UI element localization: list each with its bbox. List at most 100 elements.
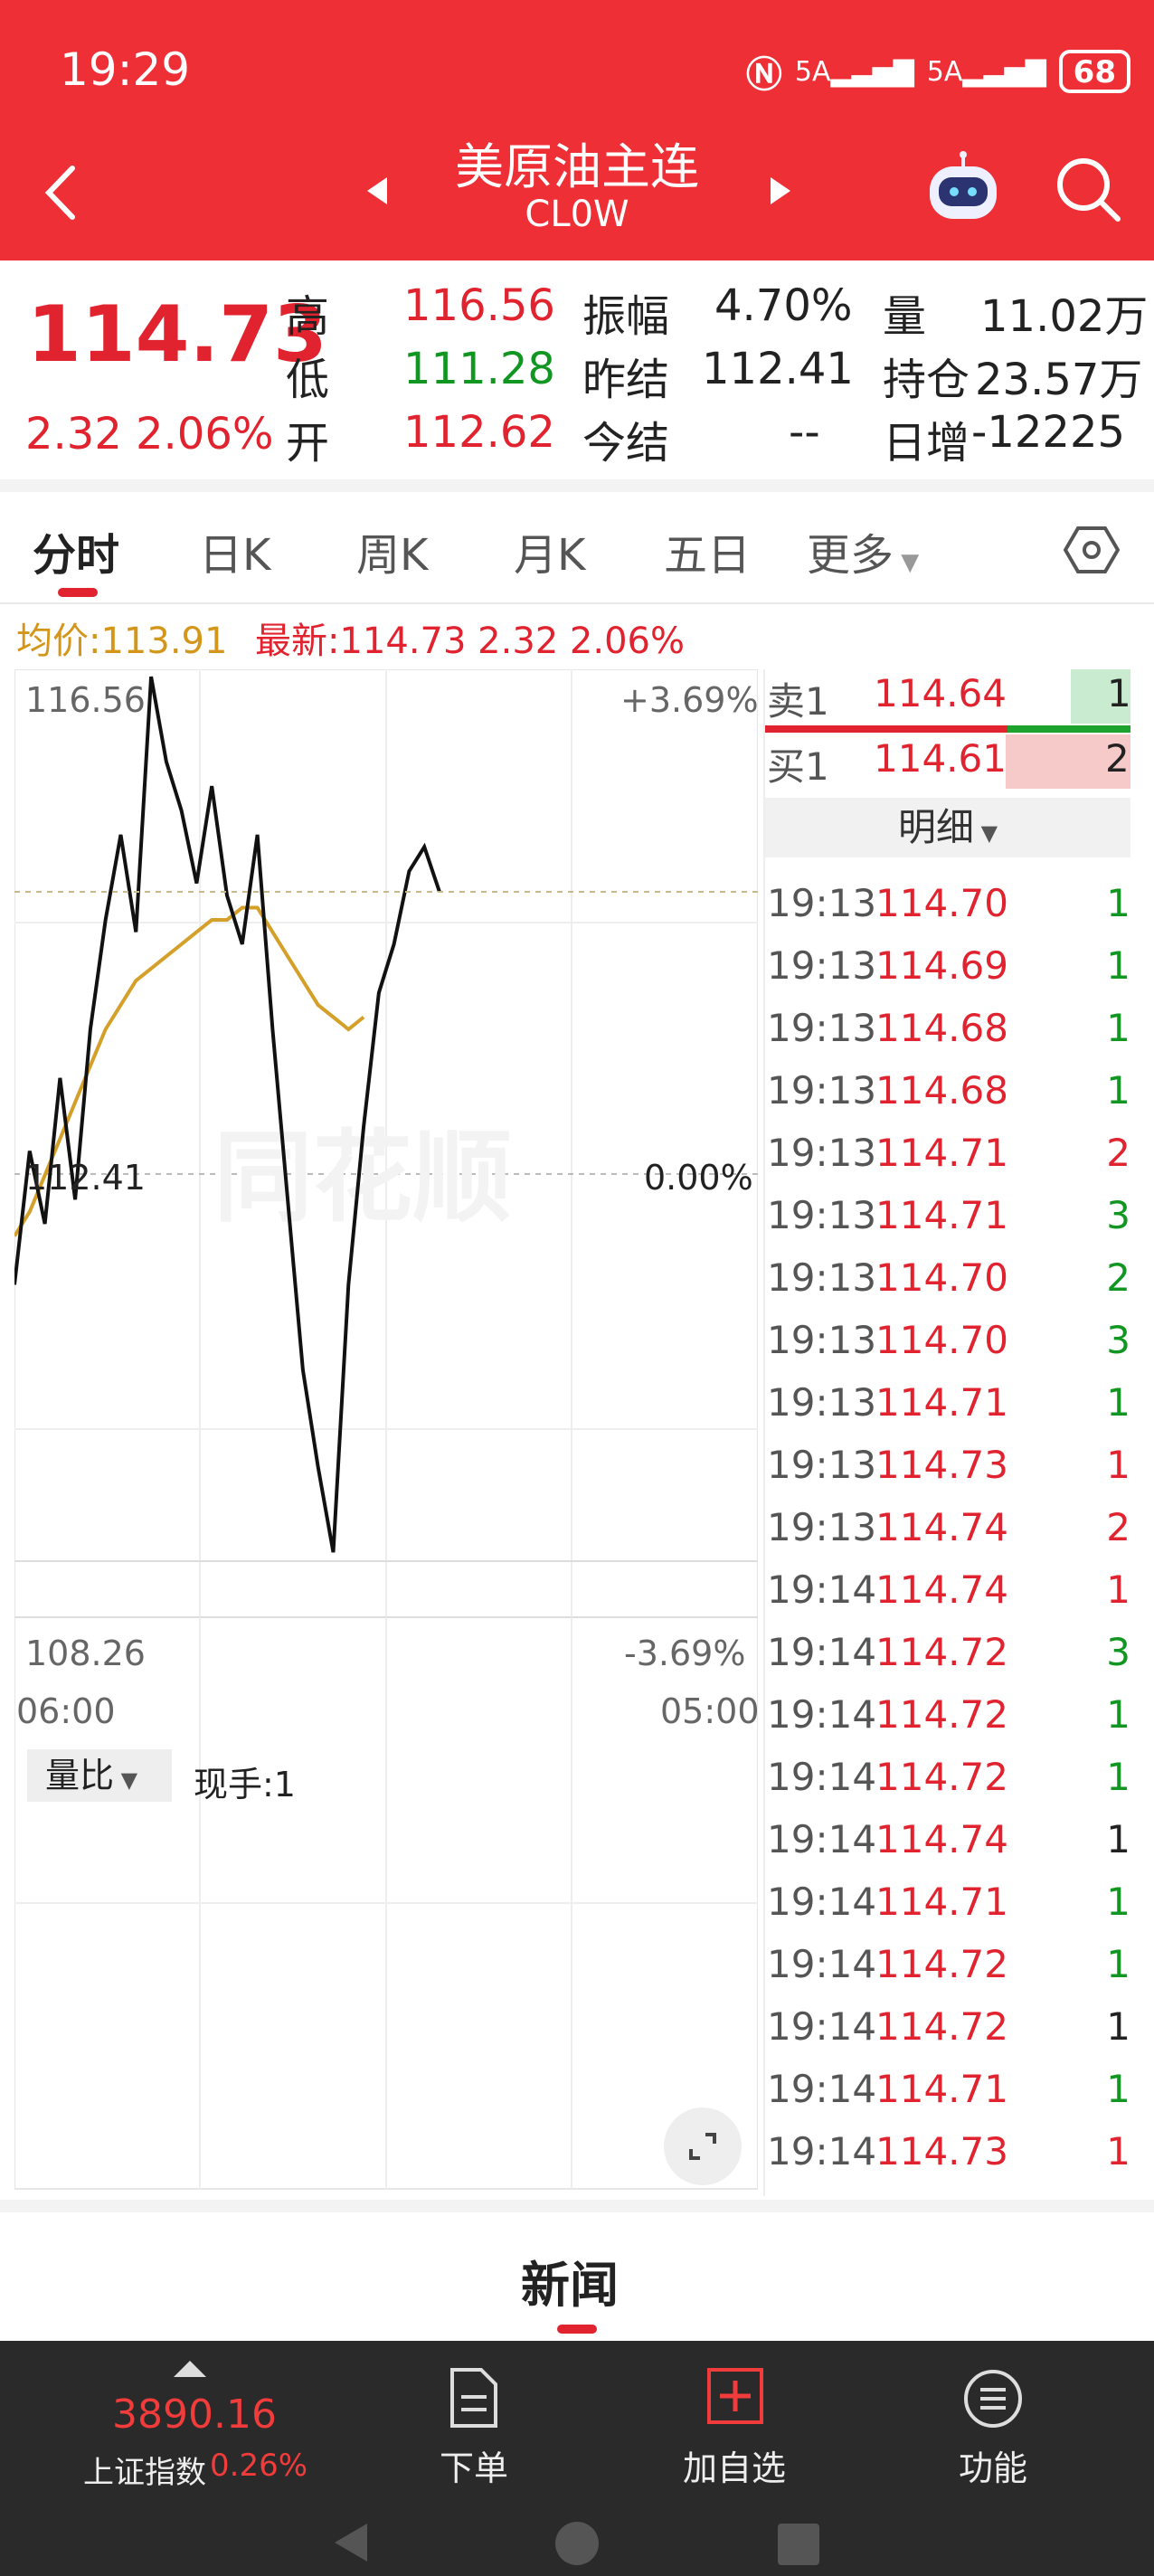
amplitude-value: 4.70% — [714, 280, 853, 331]
app-header: 19:29 Ⓝ 5A▂▃▅▇ 5A▂▃▅▇ 68 美原油主连 CL0W — [0, 0, 1154, 260]
trade-volume: 1 — [1106, 1006, 1130, 1050]
latest-price-legend: 最新:114.73 2.32 2.06% — [255, 620, 685, 662]
trade-price: 114.73 — [875, 1443, 1008, 1487]
tab-daily-k[interactable]: 日K — [199, 519, 270, 582]
status-bar-icons: Ⓝ 5A▂▃▅▇ 5A▂▃▅▇ 68 — [746, 45, 1130, 98]
trade-time: 19:14 — [767, 1567, 877, 1612]
trade-row: 19:14 114.72 1 — [767, 1942, 1130, 2004]
trade-row: 19:13 114.69 1 — [767, 943, 1130, 1006]
prev-settle-label: 昨结 — [582, 355, 670, 405]
tab-weekly-k[interactable]: 周K — [356, 519, 428, 582]
order-button-label[interactable]: 下单 — [402, 2440, 546, 2490]
sell-label: 卖1 — [767, 679, 829, 724]
y-axis-mid: 112.41 — [25, 1158, 146, 1198]
nfc-icon: Ⓝ — [745, 54, 782, 96]
system-recents-icon[interactable] — [776, 2522, 821, 2567]
trade-price: 114.68 — [875, 1006, 1008, 1050]
trade-volume: 1 — [1106, 1380, 1130, 1425]
trade-row: 19:13 114.71 3 — [767, 1193, 1130, 1255]
news-tab-indicator — [557, 2325, 597, 2334]
trade-time: 19:13 — [767, 1380, 877, 1425]
tab-more[interactable]: 更多 ▼ — [807, 519, 919, 582]
trade-volume: 1 — [1106, 2004, 1130, 2049]
trade-row: 19:13 114.70 3 — [767, 1318, 1130, 1380]
trade-volume: 1 — [1106, 1443, 1130, 1487]
detail-dropdown[interactable]: 明细 ▼ — [765, 798, 1130, 857]
trade-price: 114.73 — [875, 2129, 1008, 2174]
trade-price: 114.72 — [875, 1630, 1008, 1674]
volume-indicator-select[interactable]: 量比 ▼ — [27, 1749, 172, 1802]
open-label: 开 — [286, 418, 330, 469]
search-icon[interactable] — [1055, 156, 1123, 224]
trade-volume: 1 — [1106, 1068, 1130, 1113]
trade-volume: 1 — [1106, 2067, 1130, 2111]
trade-volume: 1 — [1106, 1567, 1130, 1612]
tab-news[interactable]: 新闻 — [521, 2245, 619, 2316]
trade-price: 114.71 — [875, 1380, 1008, 1425]
expand-up-icon[interactable] — [172, 2359, 208, 2381]
trade-time: 19:14 — [767, 1880, 877, 1924]
index-value[interactable]: 3890.16 — [112, 2391, 277, 2438]
fullscreen-button[interactable] — [664, 2107, 742, 2185]
trade-time: 19:14 — [767, 2004, 877, 2049]
next-contract-icon[interactable] — [769, 175, 792, 206]
tab-monthly-k[interactable]: 月K — [514, 519, 585, 582]
trade-price: 114.68 — [875, 1068, 1008, 1113]
buy-strength-bar — [1007, 725, 1130, 733]
order-icon[interactable] — [447, 2366, 501, 2429]
settle-value: -- — [789, 407, 820, 458]
tab-intraday[interactable]: 分时 — [33, 519, 119, 582]
trade-price: 114.74 — [875, 1567, 1008, 1612]
low-label: 低 — [286, 355, 330, 405]
high-label: 高 — [286, 291, 330, 342]
trade-row: 19:14 114.72 1 — [767, 2004, 1130, 2067]
y-axis-top-pct: +3.69% — [620, 680, 759, 720]
low-value: 111.28 — [403, 344, 555, 394]
trade-price: 114.72 — [875, 1942, 1008, 1986]
trade-time: 19:14 — [767, 1942, 877, 1986]
sell-strength-bar — [765, 725, 1007, 733]
open-value: 112.62 — [403, 407, 555, 458]
add-watchlist-icon[interactable] — [705, 2366, 765, 2426]
trade-time: 19:13 — [767, 881, 877, 925]
functions-label[interactable]: 功能 — [921, 2440, 1065, 2490]
chart-settings-icon[interactable] — [1064, 525, 1120, 575]
trade-price: 114.71 — [875, 2067, 1008, 2111]
trade-time: 19:14 — [767, 1692, 877, 1737]
trade-row: 19:14 114.72 1 — [767, 1755, 1130, 1817]
trade-time: 19:13 — [767, 943, 877, 988]
open-interest-label: 持仓 — [883, 355, 970, 405]
trade-time: 19:13 — [767, 1131, 877, 1175]
system-back-icon[interactable] — [331, 2520, 371, 2565]
high-value: 116.56 — [403, 280, 555, 331]
trade-price: 114.71 — [875, 1193, 1008, 1237]
dropdown-icon: ▼ — [114, 1767, 138, 1793]
trade-time: 19:13 — [767, 1006, 877, 1050]
price-chart[interactable]: 同花顺 — [14, 669, 758, 2196]
trade-price: 114.74 — [875, 1817, 1008, 1861]
trade-volume: 1 — [1106, 1755, 1130, 1799]
trade-row: 19:13 114.70 2 — [767, 1255, 1130, 1318]
trade-row: 19:14 114.74 1 — [767, 1567, 1130, 1630]
trade-row: 19:14 114.71 1 — [767, 2067, 1130, 2129]
add-watchlist-label[interactable]: 加自选 — [662, 2440, 807, 2490]
trade-row: 19:13 114.71 1 — [767, 1380, 1130, 1443]
robot-assistant-icon[interactable] — [922, 150, 1004, 226]
tab-five-day[interactable]: 五日 — [664, 519, 751, 582]
daily-change-label: 日增 — [883, 418, 970, 469]
trade-time: 19:13 — [767, 1505, 877, 1549]
daily-change-value: -12225 — [971, 407, 1126, 458]
system-home-icon[interactable] — [553, 2520, 601, 2567]
functions-icon[interactable] — [962, 2368, 1024, 2429]
trade-volume: 1 — [1106, 2129, 1130, 2174]
trade-volume: 1 — [1106, 1880, 1130, 1924]
trade-time: 19:13 — [767, 1443, 877, 1487]
trade-price: 114.70 — [875, 1318, 1008, 1362]
last-price: 114.73 — [27, 289, 327, 380]
trade-row: 19:14 114.71 1 — [767, 1880, 1130, 1942]
trade-row: 19:13 114.73 1 — [767, 1443, 1130, 1505]
y-axis-bottom: 108.26 — [25, 1634, 146, 1673]
settle-label: 今结 — [582, 418, 670, 469]
trade-time: 19:14 — [767, 1755, 877, 1799]
trade-price: 114.69 — [875, 943, 1008, 988]
